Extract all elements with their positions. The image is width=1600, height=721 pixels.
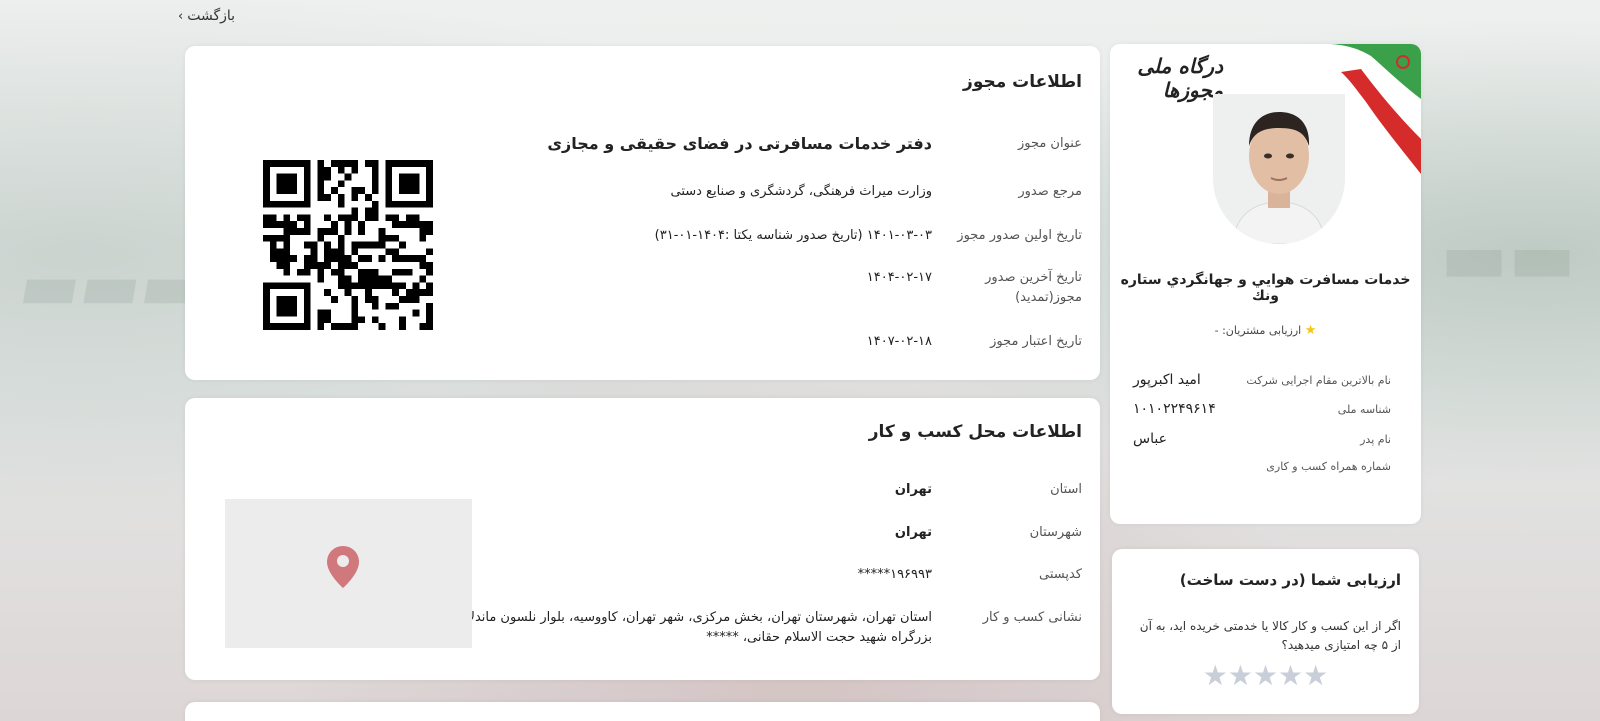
info-label: شناسه ملی [1337,403,1391,416]
map-pin-icon [327,546,359,588]
owner-photo [1213,94,1345,244]
row-label: نشانی کسب و کار [982,610,1082,625]
background-decoration: ▬▬ [1440,215,1577,299]
star-rating-input[interactable]: ★★★★★ [1112,659,1419,692]
row-value: ۱۹۶۹۹۳***** [857,567,932,582]
license-info-card: اطلاعات مجوز عنوان مجوز دفتر خدمات مسافر… [185,46,1100,380]
row-value: تهران [894,525,932,540]
info-value: امید اکبرپور [1133,372,1201,388]
star-icon: ★ [1304,323,1317,338]
info-row-ceo: نام بالاترین مقام اجرایی شرکت امید اکبرپ… [1133,372,1391,388]
row-value: ۱۴۰۱-۰۳-۰۳ (تاریخ صدور شناسه یکتا :۱۴۰۴-… [654,228,932,243]
next-section-card [185,702,1100,721]
row-label: مرجع صدور [1018,184,1082,199]
row-value: استان تهران، شهرستان تهران، بخش مرکزی، ش… [463,610,932,645]
row-label: تاریخ اعتبار مجوز [990,334,1082,349]
your-rating-description: اگر از این کسب و کار کالا یا خدمتی خریده… [1139,619,1401,652]
star-icon[interactable]: ★ [1278,659,1303,692]
location-title: اطلاعات محل کسب و کار [868,422,1082,442]
location-row-address: نشانی کسب و کار استان تهران، شهرستان تهر… [462,608,1082,648]
location-row-province: استان تهران [462,480,1082,500]
row-label: کدپستی [1039,567,1082,582]
row-label: شهرستان [1029,525,1082,540]
info-value: عباس [1133,431,1167,447]
company-name: خدمات مسافرت هوايي و جهانگردي ستاره ونك [1120,272,1411,304]
location-row-postal-code: کدپستی ۱۹۶۹۹۳***** [462,565,1082,585]
star-icon[interactable]: ★ [1303,659,1328,692]
chevron-left-icon: ‹ [178,8,184,24]
info-row-national-id: شناسه ملی ۱۰۱۰۲۲۴۹۶۱۴ [1133,401,1391,417]
star-icon[interactable]: ★ [1203,659,1228,692]
info-label: نام پدر [1360,433,1391,446]
license-row-validity: تاریخ اعتبار مجوز ۱۴۰۷-۰۲-۱۸ [462,332,1082,352]
rating-value: - [1214,324,1219,337]
row-value: وزارت میراث فرهنگی، گردشگری و صنایع دستی [670,184,932,199]
row-value: دفتر خدمات مسافرتی در فضای حقیقی و مجازی [547,134,932,153]
row-value: ۱۴۰۷-۰۲-۱۸ [866,334,932,349]
info-value: ۱۰۱۰۲۲۴۹۶۱۴ [1133,401,1216,417]
row-label: استان [1050,482,1082,497]
location-row-city: شهرستان تهران [462,523,1082,543]
rating-label: ارزیابی مشتریان: [1222,324,1302,337]
customer-rating: ★ ارزیابی مشتریان: - [1110,323,1421,338]
portal-logo: درگاه ملی مجوزها [1137,54,1223,102]
license-row-last-issue: تاریخ آخرین صدور مجوز(تمدید) ۱۴۰۴-۰۲-۱۷ [462,268,1082,308]
business-profile-card: درگاه ملی مجوزها خدمات مسافرت هوايي و جه… [1110,44,1421,524]
info-row-father-name: نام پدر عباس [1133,431,1391,447]
row-label: تاریخ اولین صدور مجوز [957,228,1082,243]
info-label: شماره همراه کسب و کاری [1266,460,1391,473]
location-info-card: اطلاعات محل کسب و کار استان تهران شهرستا… [185,398,1100,680]
row-label: عنوان مجوز [1017,136,1082,151]
your-rating-card: ارزیابی شما (در دست ساخت) اگر از این کسب… [1112,549,1419,714]
map-placeholder[interactable] [225,499,472,648]
star-icon[interactable]: ★ [1253,659,1278,692]
qr-code [263,160,433,330]
back-link[interactable]: ‹ بازگشت [178,8,235,24]
license-title: اطلاعات مجوز [963,72,1082,92]
your-rating-title: ارزیابی شما (در دست ساخت) [1179,571,1401,589]
info-row-phone: شماره همراه کسب و کاری [1133,460,1391,473]
star-icon[interactable]: ★ [1228,659,1253,692]
license-row-title: عنوان مجوز دفتر خدمات مسافرتی در فضای حق… [462,134,1082,154]
license-row-first-issue: تاریخ اولین صدور مجوز ۱۴۰۱-۰۳-۰۳ (تاریخ … [462,226,1082,246]
row-value: تهران [894,482,932,497]
row-value: ۱۴۰۴-۰۲-۱۷ [866,270,932,285]
license-row-issuer: مرجع صدور وزارت میراث فرهنگی، گردشگری و … [462,182,1082,202]
info-label: نام بالاترین مقام اجرایی شرکت [1246,374,1391,387]
row-label: تاریخ آخرین صدور مجوز(تمدید) [985,270,1082,305]
back-label: بازگشت [187,8,236,24]
